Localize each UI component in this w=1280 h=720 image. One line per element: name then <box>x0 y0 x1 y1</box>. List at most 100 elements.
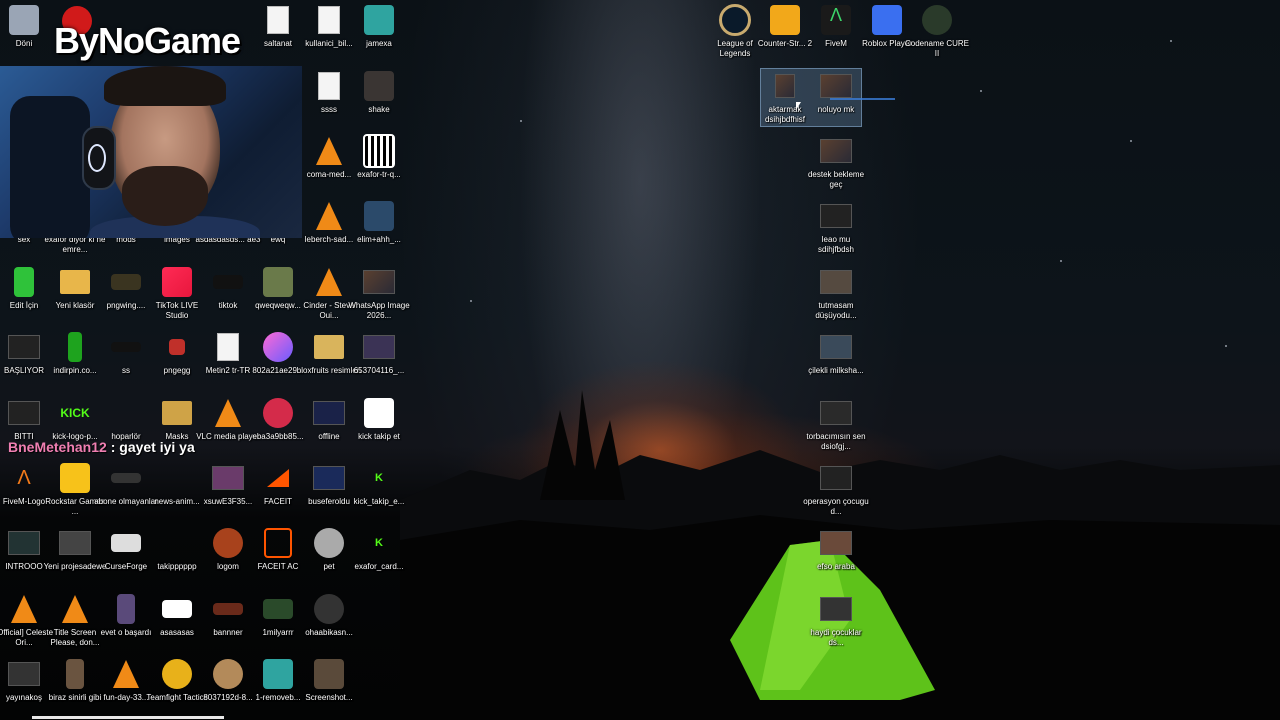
desktop-icon-label: elim+ahh_... <box>357 235 401 244</box>
image-icon <box>313 527 345 559</box>
desktop-icon[interactable]: kick takip et <box>346 397 412 442</box>
chat-username: BneMetehan12 <box>8 439 107 455</box>
folder-icon <box>313 331 345 363</box>
image-icon <box>212 658 244 690</box>
curseforge-icon <box>110 527 142 559</box>
vlc-icon <box>313 266 345 298</box>
desktop-icon[interactable]: Kkick_takip_e... <box>346 462 412 507</box>
desktop-icon[interactable]: elim+ahh_... <box>346 200 412 245</box>
roblox-icon <box>871 4 903 36</box>
league-icon <box>719 4 751 36</box>
video-icon <box>8 397 40 429</box>
image-icon <box>161 331 193 363</box>
desktop-icon[interactable]: efso araba <box>803 527 869 572</box>
image-icon <box>212 266 244 298</box>
tiktok-icon <box>161 266 193 298</box>
desktop-icon[interactable]: tutmasam düşüyodu... <box>803 266 869 321</box>
image-icon <box>110 462 142 494</box>
desktop-icon-label: shake <box>368 105 390 114</box>
video-icon <box>8 658 40 690</box>
desktop-icon-label: 653704116_... <box>353 366 405 375</box>
desktop-icon[interactable]: shake <box>346 70 412 115</box>
image-icon <box>262 266 294 298</box>
desktop-icon[interactable]: haydi çocuklar ds... <box>803 593 869 648</box>
desktop-icon-label: çilekli milksha... <box>808 366 864 375</box>
folder-icon <box>8 266 40 298</box>
document-icon <box>313 4 345 36</box>
channel-logo: ByNoGame <box>54 20 241 61</box>
desktop-icon-label: haydi çocuklar ds... <box>810 628 862 647</box>
league-image-icon <box>110 266 142 298</box>
rose-image-icon <box>262 397 294 429</box>
image-icon <box>59 658 91 690</box>
desktop-icon[interactable]: Screenshot... <box>296 658 362 703</box>
desktop-icon[interactable]: exafor-tr-q... <box>346 134 412 180</box>
desktop-icon[interactable]: jamexa <box>346 4 412 49</box>
desktop-icon[interactable]: operasyon çocugu d... <box>803 462 869 517</box>
desktop-icon-label: kick_takip_e... <box>353 497 405 506</box>
vlc-icon <box>313 200 345 232</box>
desktop-icon-label: exafor-tr-q... <box>357 170 401 179</box>
image-icon <box>363 4 395 36</box>
faceit-icon <box>262 462 294 494</box>
video-icon <box>8 331 40 363</box>
fivem-icon: Λ <box>820 4 852 36</box>
image-icon <box>59 331 91 363</box>
mouse-cursor-icon <box>796 102 801 110</box>
document-icon <box>313 70 345 102</box>
desktop-icon[interactable]: WhatsApp Image 2026... <box>346 266 412 321</box>
image-icon <box>313 593 345 625</box>
kick-icon <box>363 397 395 429</box>
video-icon <box>769 70 801 102</box>
chat-overlay: BneMetehan12 : gayet iyi ya <box>8 439 195 455</box>
image-icon <box>313 658 345 690</box>
desktop-icon[interactable]: leao mu sdihjfbdsh <box>803 200 869 255</box>
document-icon <box>212 331 244 363</box>
codename-icon <box>921 4 953 36</box>
webcam-overlay <box>0 66 302 238</box>
video-icon <box>820 397 852 429</box>
desktop-icon-label: torbacımısın sen dsiofgj... <box>806 432 866 451</box>
desktop-icon[interactable]: destek bekleme geç <box>803 135 869 190</box>
desktop-icon-label: destek bekleme geç <box>807 170 865 189</box>
video-icon <box>820 331 852 363</box>
video-icon <box>820 462 852 494</box>
image-icon <box>313 462 345 494</box>
horizontal-scrollbar[interactable] <box>32 716 224 719</box>
desktop-icon[interactable]: 653704116_... <box>346 331 412 376</box>
document-icon <box>262 4 294 36</box>
image-icon <box>161 593 193 625</box>
chat-message: gayet iyi ya <box>119 439 195 455</box>
desktop-icon[interactable]: Kexafor_card... <box>346 527 412 572</box>
kick-icon: KICK <box>60 406 90 420</box>
desktop-icon-label: jamexa <box>366 39 392 48</box>
desktop-icon-label: exafor_card... <box>354 562 404 571</box>
desktop-icon[interactable]: çilekli milksha... <box>803 331 869 376</box>
chat-separator: : <box>106 439 120 455</box>
desktop-icon[interactable]: torbacımısın sen dsiofgj... <box>803 397 869 452</box>
image-icon <box>59 527 91 559</box>
image-icon <box>363 70 395 102</box>
desktop-icon[interactable]: Codename CURE II <box>904 4 970 59</box>
desktop-icon[interactable]: ohaabikasn... <box>296 593 362 638</box>
vlc-icon <box>59 593 91 625</box>
desktop-icon-label: Döni <box>15 39 33 48</box>
desktop-icon[interactable]: Döni <box>0 4 57 49</box>
recycle-bin-icon <box>8 4 40 36</box>
qr-image-icon <box>363 134 395 168</box>
image-icon <box>262 658 294 690</box>
image-icon <box>363 266 395 298</box>
video-icon <box>820 200 852 232</box>
image-icon <box>363 331 395 363</box>
image-icon <box>212 593 244 625</box>
desktop-icon-label: Codename CURE II <box>904 39 970 58</box>
rockstar-icon <box>59 462 91 494</box>
desktop-icon-label: noluyo mk <box>817 105 855 114</box>
desktop-icon[interactable]: noluyo mk <box>803 70 869 115</box>
desktop-icon-label: tutmasam düşüyodu... <box>815 301 857 320</box>
fivem-icon: Λ <box>17 466 31 489</box>
image-icon <box>262 331 294 363</box>
desktop-icon-label: kick takip et <box>358 432 400 441</box>
image-icon <box>212 527 244 559</box>
vlc-icon <box>313 135 345 167</box>
